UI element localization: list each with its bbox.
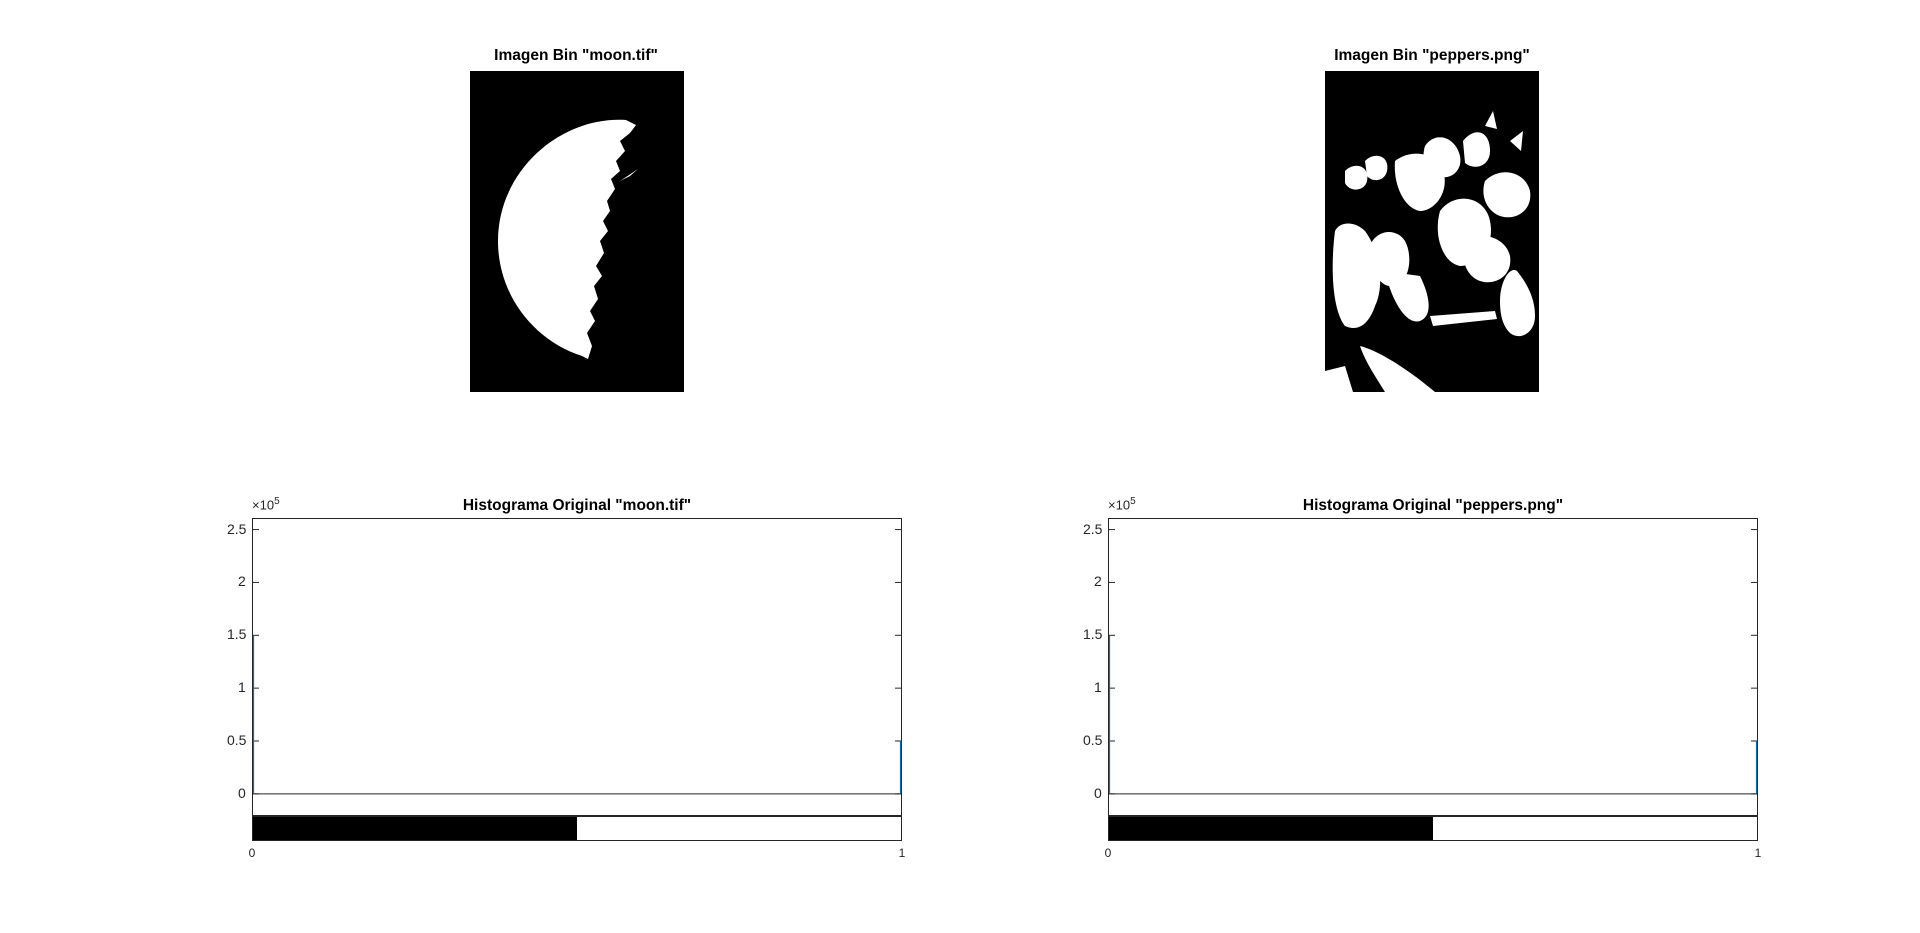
y-tick-label-1: 0.5	[227, 732, 247, 748]
y-tick-label-5: 2.5	[227, 520, 247, 537]
moon-histogram-colorbar	[252, 816, 902, 841]
peppers-colorbar-black-segment	[1109, 817, 1433, 840]
moon-histogram-axes	[252, 518, 902, 816]
y-tick-label-0: 0	[238, 784, 246, 801]
peppers-x-tick-0: 0	[1104, 846, 1112, 860]
moon-binary-image	[470, 71, 684, 392]
moon-x-tick-1: 1	[898, 846, 906, 860]
peppers-histogram-title: Histograma Original "peppers.png"	[1302, 497, 1564, 514]
moon-x-tick-0: 0	[248, 846, 256, 860]
y-tick-label-0: 0	[1094, 784, 1102, 801]
y-tick-label-2: 1	[1094, 679, 1102, 696]
moon-histogram-title: Histograma Original "moon.tif"	[462, 497, 692, 514]
peppers-histogram-axes	[1108, 518, 1758, 816]
moon-image-title: Imagen Bin "moon.tif"	[494, 47, 658, 64]
y-tick-label-3: 1.5	[227, 626, 247, 643]
peppers-y-exponent: ×105	[1108, 496, 1136, 513]
peppers-shape	[1325, 111, 1535, 392]
y-tick-label-2: 1	[238, 679, 246, 696]
y-tick-label-1: 0.5	[1083, 732, 1103, 748]
moon-histogram-plot	[253, 529, 901, 795]
y-tick-label-4: 2	[1094, 573, 1102, 590]
peppers-histogram-plot	[1109, 529, 1757, 795]
peppers-histogram-colorbar	[1108, 816, 1758, 841]
moon-colorbar-black-segment	[253, 817, 577, 840]
y-tick-label-5: 2.5	[1083, 520, 1103, 537]
peppers-image-title: Imagen Bin "peppers.png"	[1334, 47, 1530, 64]
y-tick-label-4: 2	[238, 573, 246, 590]
peppers-x-tick-1: 1	[1754, 846, 1762, 860]
moon-y-exponent: ×105	[252, 496, 280, 513]
y-tick-label-3: 1.5	[1083, 626, 1103, 643]
moon-shape	[498, 119, 638, 359]
peppers-binary-image	[1325, 71, 1539, 392]
